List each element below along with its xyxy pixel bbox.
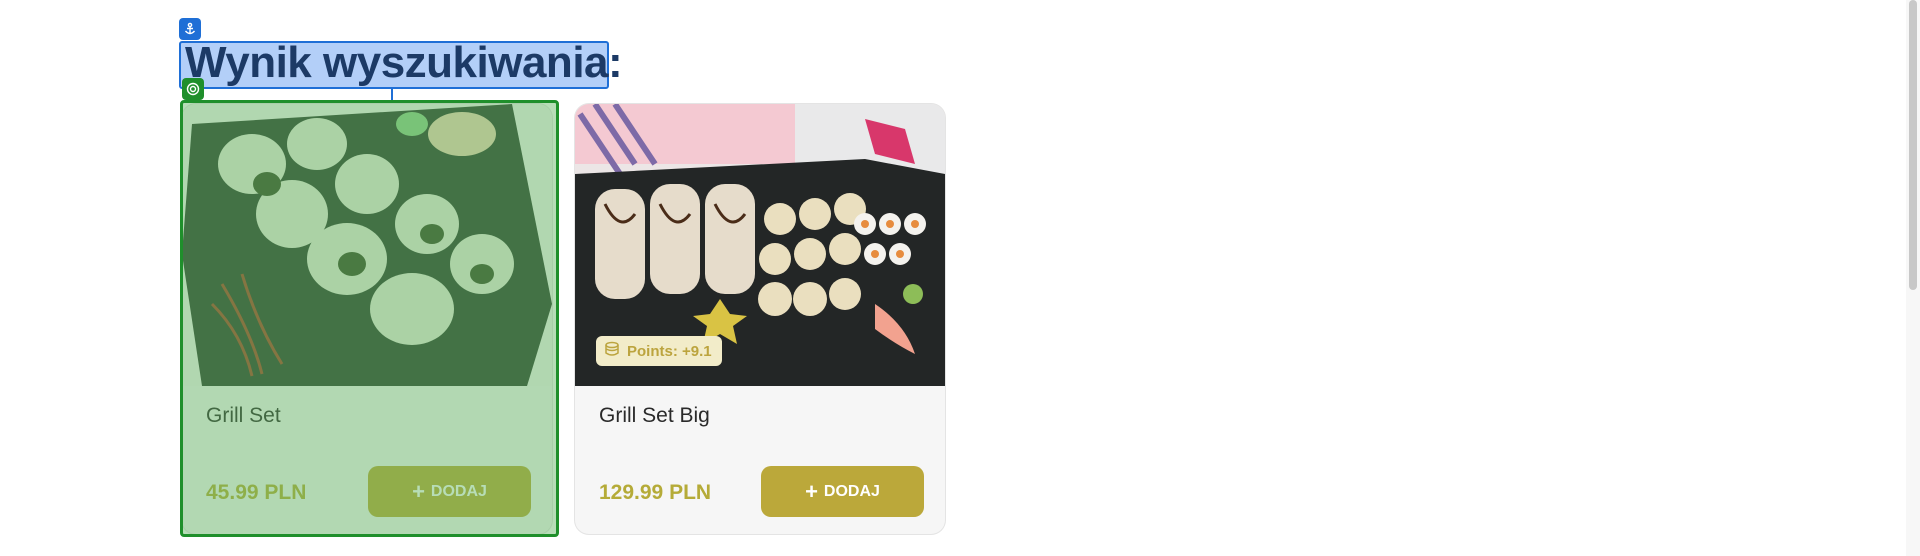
page-title: Wynik wyszukiwania: bbox=[185, 38, 623, 87]
add-to-cart-button[interactable]: + DODAJ bbox=[761, 466, 924, 517]
coins-icon bbox=[604, 341, 620, 361]
plus-icon: + bbox=[805, 478, 818, 504]
product-name: Grill Set Big bbox=[599, 404, 710, 427]
anchor-icon bbox=[179, 18, 201, 40]
add-button-label: DODAJ bbox=[823, 482, 880, 500]
vertical-scrollbar[interactable] bbox=[1906, 0, 1920, 556]
points-badge: Points: +9.1 bbox=[596, 336, 722, 366]
target-icon bbox=[182, 78, 204, 100]
points-text: Points: +9.1 bbox=[627, 342, 712, 360]
product-price: 129.99 PLN bbox=[599, 481, 712, 504]
scrollbar-thumb[interactable] bbox=[1909, 0, 1917, 290]
product-card-grill-set-big[interactable]: Points: +9.1 Grill Set Big 129.99 PLN + … bbox=[575, 104, 945, 534]
card-highlight bbox=[180, 100, 559, 537]
